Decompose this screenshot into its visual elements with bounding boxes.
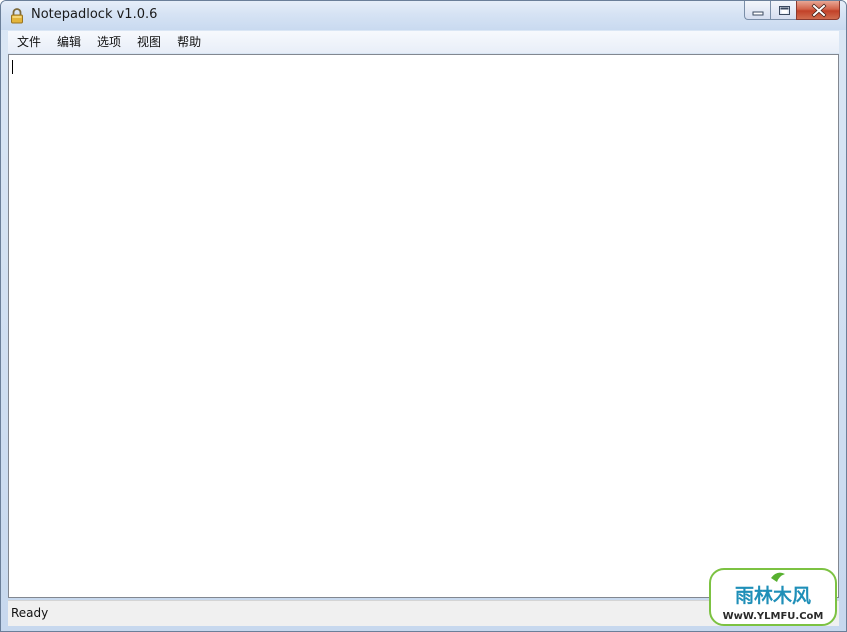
maximize-button[interactable]: [770, 1, 796, 20]
menu-file[interactable]: 文件: [8, 31, 49, 53]
watermark-url: WwW.YLMFU.CoM: [723, 611, 824, 622]
editor-area[interactable]: [8, 54, 839, 598]
status-text: Ready: [11, 606, 49, 620]
maximize-icon: [779, 6, 790, 15]
watermark-brand: 雨林木风: [735, 584, 811, 607]
menu-view[interactable]: 视图: [129, 31, 169, 53]
minimize-button[interactable]: [744, 1, 770, 20]
close-icon: [811, 3, 827, 18]
close-button[interactable]: [796, 1, 840, 20]
menu-edit[interactable]: 编辑: [49, 31, 89, 53]
menu-options[interactable]: 选项: [89, 31, 129, 53]
menu-help[interactable]: 帮助: [169, 31, 209, 53]
menu-bar: 文件 编辑 选项 视图 帮助: [8, 31, 839, 53]
text-editor[interactable]: [9, 55, 838, 597]
caption-buttons: [744, 1, 840, 21]
window-title: Notepadlock v1.0.6: [31, 7, 158, 22]
padlock-icon[interactable]: [9, 7, 25, 24]
watermark-logo: 雨林木风 WwW.YLMFU.CoM: [709, 568, 837, 626]
minimize-icon: [752, 11, 764, 16]
text-caret: [12, 60, 13, 74]
app-window: Notepadlock v1.0.6 文件 编辑 选项 视图 帮助 Ready: [0, 0, 847, 632]
title-bar[interactable]: Notepadlock v1.0.6: [1, 1, 846, 30]
